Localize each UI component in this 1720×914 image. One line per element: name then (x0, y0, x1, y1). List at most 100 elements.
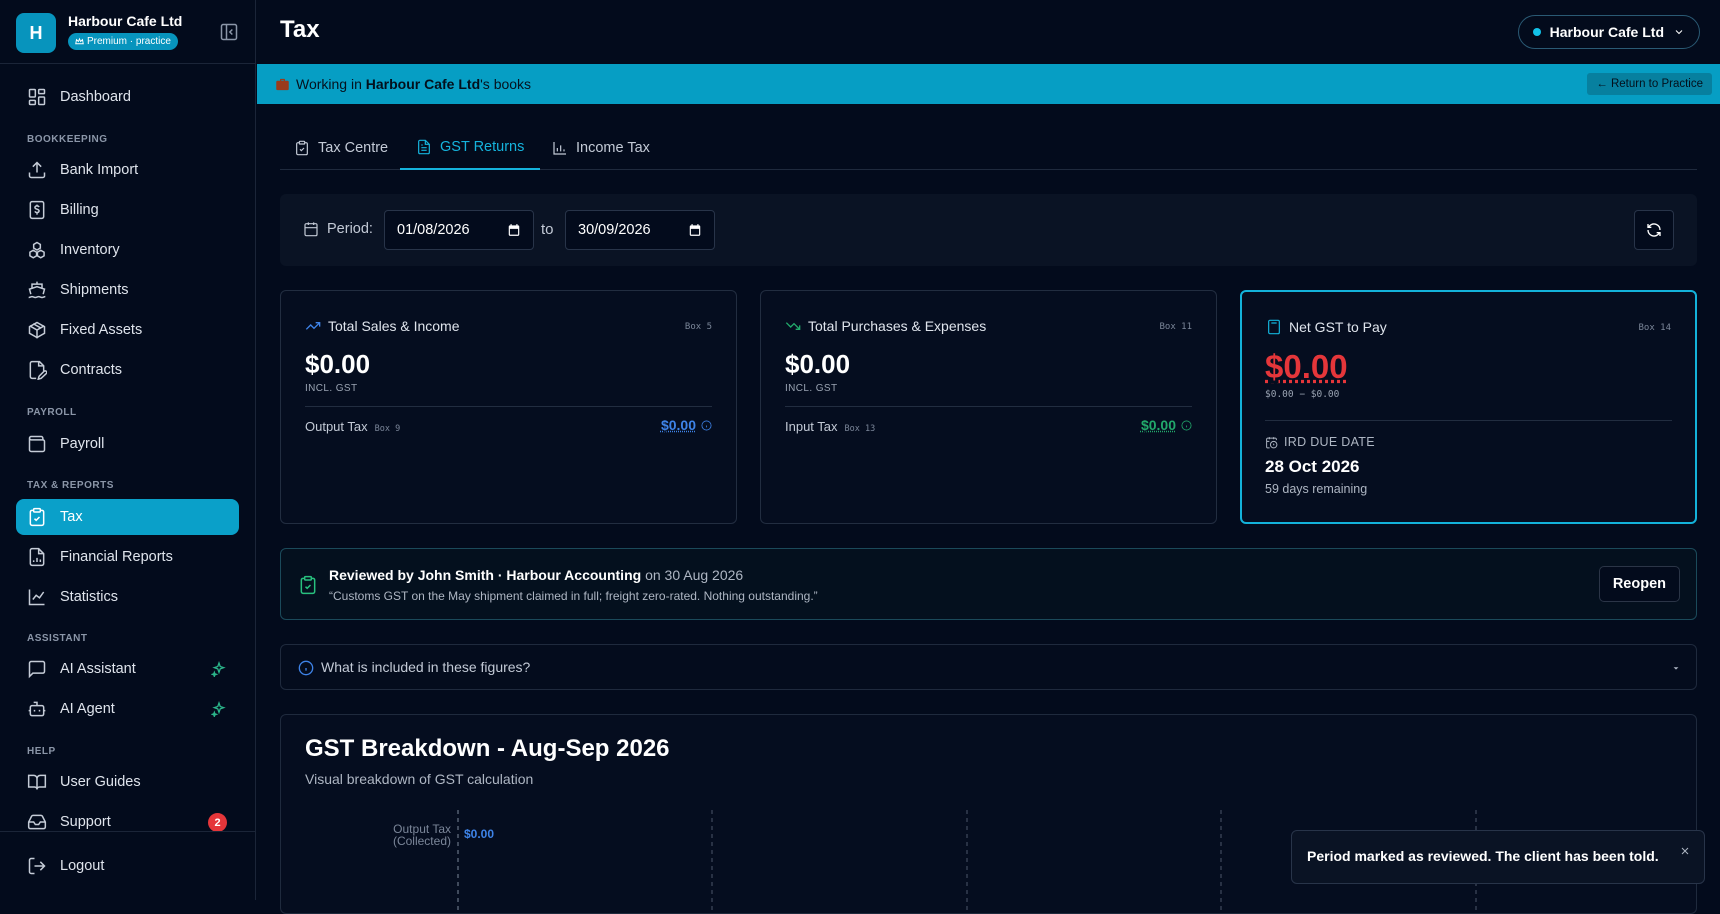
sidebar-item-user-guides[interactable]: User Guides (16, 764, 239, 800)
sidebar-item-support[interactable]: Support 2 (16, 804, 239, 840)
figures-info-question: What is included in these figures? (321, 659, 531, 675)
banner-org: Harbour Cafe Ltd (365, 76, 481, 92)
bot-icon (28, 701, 46, 717)
sidebar-item-label: Bank Import (60, 162, 139, 178)
period-label-text: Period: (327, 221, 373, 237)
boxes-icon (29, 241, 45, 259)
card-divider (1265, 420, 1672, 421)
figures-info-collapsible[interactable]: What is included in these figures? (280, 644, 1697, 690)
banner-prefix: Working in (296, 76, 362, 92)
calendar-picker-icon[interactable] (507, 223, 521, 237)
review-summary: Reviewed by John Smith · Harbour Account… (329, 567, 743, 583)
period-label: Period: (303, 221, 373, 237)
sidebar-item-inventory[interactable]: Inventory (16, 232, 239, 268)
org-switcher-label: Harbour Cafe Ltd (1549, 24, 1664, 40)
gst-breakdown-chart-card: GST Breakdown - Aug-Sep 2026 Visual brea… (280, 714, 1697, 914)
trending-up-icon (305, 322, 321, 330)
sidebar-item-label: Shipments (60, 282, 129, 298)
info-icon[interactable] (1181, 420, 1192, 431)
file-signature-icon (29, 360, 47, 380)
input-tax-text: Input Tax (785, 419, 838, 434)
crown-icon (75, 37, 84, 45)
toast-notification: Period marked as reviewed. The client ha… (1291, 830, 1705, 884)
tab-tax-centre[interactable]: Tax Centre (294, 126, 388, 170)
sidebar-item-label: Logout (60, 858, 105, 874)
period-to-label: to (541, 221, 554, 238)
review-note: “Customs GST on the May shipment claimed… (329, 589, 818, 603)
sidebar-item-contracts[interactable]: Contracts (16, 352, 239, 388)
brand-header: H Harbour Cafe Ltd Premium · practice (0, 0, 255, 64)
card-title-label: Net GST to Pay (1289, 319, 1387, 335)
sidebar-item-tax[interactable]: Tax (16, 499, 239, 535)
sidebar-item-logout[interactable]: Logout (16, 848, 239, 884)
line-chart-icon (28, 589, 45, 606)
sidebar-item-fixed-assets[interactable]: Fixed Assets (16, 312, 239, 348)
calendar-icon (304, 222, 318, 237)
tab-label: GST Returns (440, 139, 525, 155)
close-icon[interactable] (1679, 845, 1691, 857)
section-help: HELP (27, 746, 56, 757)
info-icon[interactable] (701, 420, 712, 431)
sales-amount: $0.00 (305, 349, 371, 379)
net-gst-calculation: $0.00 − $0.00 (1265, 389, 1340, 400)
sidebar-item-payroll[interactable]: Payroll (16, 426, 239, 462)
section-assistant: ASSISTANT (27, 633, 88, 644)
card-total-purchases: Total Purchases & Expenses Box 11 $0.00 … (760, 290, 1217, 524)
output-tax-value[interactable]: $0.00 (661, 417, 712, 433)
sidebar-item-label: Contracts (60, 362, 123, 378)
due-date-label: IRD DUE DATE (1265, 435, 1375, 449)
tab-income-tax[interactable]: Income Tax (552, 126, 650, 170)
review-date: on 30 Aug 2026 (645, 567, 744, 583)
file-chart-icon (29, 547, 45, 567)
sidebar-item-label: User Guides (60, 774, 141, 790)
org-switcher[interactable]: Harbour Cafe Ltd (1517, 15, 1700, 49)
card-total-sales: Total Sales & Income Box 5 $0.00 INCL. G… (280, 290, 737, 524)
sidebar-item-financial-reports[interactable]: Financial Reports (16, 539, 239, 575)
reopen-button[interactable]: Reopen (1598, 566, 1680, 602)
book-open-icon (27, 774, 47, 790)
section-tax-reports: TAX & REPORTS (27, 480, 114, 491)
sidebar-item-label: AI Agent (60, 701, 115, 717)
clipboard-check-icon (300, 575, 316, 595)
tab-label: Income Tax (576, 140, 650, 156)
period-to-input[interactable]: 30/09/2026 (565, 210, 715, 250)
collapse-sidebar-icon[interactable] (219, 22, 239, 42)
card-title: Net GST to Pay (1266, 319, 1387, 335)
period-from-input[interactable]: 01/08/2026 (384, 210, 534, 250)
sidebar-item-label: Support (60, 814, 111, 830)
refresh-button[interactable] (1634, 210, 1674, 250)
box-number: Box 14 (1638, 323, 1671, 333)
sidebar: H Harbour Cafe Ltd Premium · practice Da… (0, 0, 256, 900)
net-gst-amount[interactable]: $0.00 (1265, 348, 1348, 386)
days-remaining: 59 days remaining (1265, 482, 1368, 496)
calendar-picker-icon[interactable] (688, 223, 702, 237)
clipboard-check-icon (296, 140, 308, 156)
sidebar-item-ai-agent[interactable]: AI Agent (16, 691, 239, 727)
sidebar-item-label: Tax (60, 509, 83, 525)
sidebar-item-label: Dashboard (60, 89, 131, 105)
ship-icon (28, 281, 46, 299)
main-content: Tax Harbour Cafe Ltd Working in Harbour … (257, 0, 1720, 914)
trending-down-icon (785, 322, 801, 330)
return-to-practice-button[interactable]: ← Return to Practice (1587, 73, 1712, 95)
sidebar-item-label: Inventory (60, 242, 120, 258)
plan-badge: Premium · practice (68, 33, 178, 50)
package-icon (28, 321, 46, 339)
message-square-icon (28, 660, 46, 679)
bar-chart-icon (553, 142, 566, 155)
input-tax-value[interactable]: $0.00 (1141, 417, 1192, 433)
sidebar-item-ai-assistant[interactable]: AI Assistant (16, 651, 239, 687)
due-date-value: 28 Oct 2026 (1265, 457, 1360, 476)
sidebar-item-dashboard[interactable]: Dashboard (16, 79, 239, 115)
reviewer-name: Reviewed by John Smith · Harbour Account… (329, 567, 642, 583)
period-to-value: 30/09/2026 (578, 222, 651, 238)
sidebar-item-statistics[interactable]: Statistics (16, 579, 239, 615)
tab-gst-returns[interactable]: GST Returns (400, 126, 541, 170)
sidebar-item-shipments[interactable]: Shipments (16, 272, 239, 308)
output-tax-box: Box 9 (374, 424, 401, 434)
gst-breakdown-chart: Output Tax (Collected) $0.00 (393, 810, 1477, 913)
period-from-value: 01/08/2026 (397, 222, 470, 238)
sidebar-item-bank-import[interactable]: Bank Import (16, 152, 239, 188)
incl-gst-label: INCL. GST (785, 383, 838, 394)
sidebar-item-billing[interactable]: Billing (16, 192, 239, 228)
